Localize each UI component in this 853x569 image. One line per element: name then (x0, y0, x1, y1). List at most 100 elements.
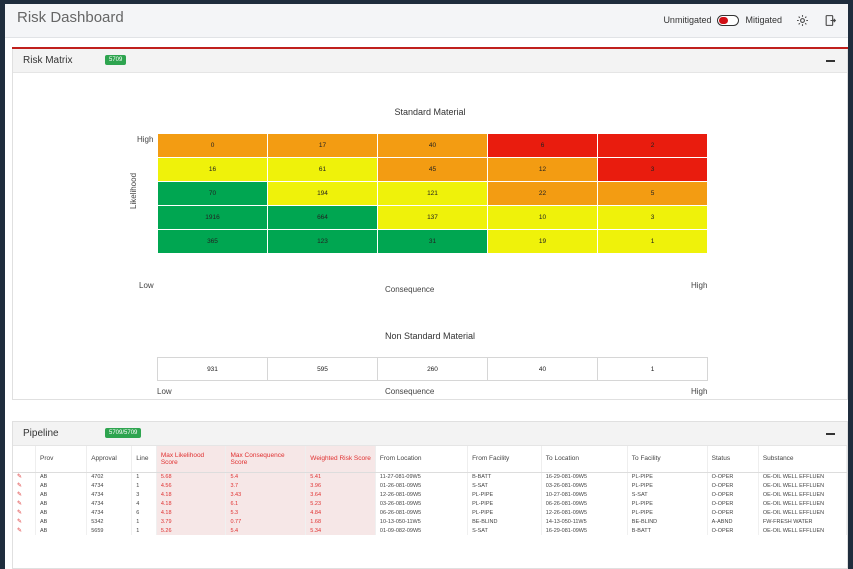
edit-icon[interactable]: ✎ (17, 501, 22, 507)
risk-cell[interactable]: 1 (597, 229, 708, 254)
table-cell: 06-26-081-09W5 (541, 499, 628, 508)
table-cell: S-SAT (627, 490, 708, 499)
mitigation-toggle[interactable] (717, 14, 740, 26)
window-frame-left (0, 0, 5, 569)
collapse-pipeline-button[interactable] (826, 433, 835, 435)
risk-cell[interactable]: 1916 (157, 205, 268, 230)
risk-cell[interactable]: 70 (157, 181, 268, 206)
table-cell: 1 (131, 481, 157, 490)
column-header[interactable]: From Location (375, 446, 469, 473)
column-header[interactable]: To Location (541, 446, 628, 473)
table-row[interactable]: ✎ AB 4734 1 4.56 3.7 3.96 01-26-081-09W5 S-SAT 03… (13, 481, 847, 490)
risk-cell[interactable]: 5 (597, 181, 708, 206)
risk-matrix-panel: Risk Matrix 5709 Standard Material High … (12, 47, 848, 400)
edit-cell: ✎ (13, 526, 37, 535)
column-header[interactable]: Approval (86, 446, 133, 473)
nsm-cell[interactable]: 931 (157, 357, 268, 381)
edit-icon[interactable]: ✎ (17, 528, 22, 534)
risk-cell[interactable]: 123 (267, 229, 378, 254)
table-cell: 0.77 (225, 517, 307, 526)
table-cell: FW-FRESH WATER (758, 517, 847, 526)
likelihood-high-label: High (137, 135, 154, 144)
nsm-cell[interactable]: 1 (597, 357, 708, 381)
table-row[interactable]: ✎ AB 5342 1 3.79 0.77 1.68 10-13-050-11W5 BE-BLI… (13, 517, 847, 526)
nsm-consequence-label: Consequence (385, 387, 435, 396)
table-cell: OE-OIL WELL EFFLUEN (758, 499, 847, 508)
risk-cell[interactable]: 3 (597, 205, 708, 230)
table-cell: 4.18 (156, 508, 227, 517)
export-icon[interactable] (822, 12, 838, 28)
table-cell: O-OPER (707, 481, 759, 490)
table-cell: 10-27-081-09W5 (541, 490, 628, 499)
table-cell: 4 (131, 499, 157, 508)
consequence-high-label: High (691, 281, 708, 290)
table-cell: AB (35, 481, 88, 490)
table-cell: 5.3 (225, 508, 307, 517)
column-header[interactable]: Max Likelihood Score (156, 446, 227, 473)
risk-cell[interactable]: 16 (157, 157, 268, 182)
edit-icon[interactable]: ✎ (17, 510, 22, 516)
risk-cell[interactable]: 12 (487, 157, 598, 182)
column-header[interactable]: To Facility (627, 446, 708, 473)
collapse-risk-matrix-button[interactable] (826, 60, 835, 62)
table-cell: O-OPER (707, 526, 759, 535)
table-cell: 4.84 (305, 508, 376, 517)
table-cell: 16-29-081-09W5 (541, 526, 628, 535)
table-cell: 4734 (86, 499, 133, 508)
risk-cell[interactable]: 137 (377, 205, 488, 230)
table-row[interactable]: ✎ AB 4734 6 4.18 5.3 4.84 06-26-081-09W5 PL-PIPE… (13, 508, 847, 517)
table-cell: BE-BLIND (467, 517, 542, 526)
risk-cell[interactable]: 10 (487, 205, 598, 230)
risk-cell[interactable]: 2 (597, 133, 708, 158)
table-cell: 5.4 (225, 526, 307, 535)
edit-cell: ✎ (13, 472, 37, 481)
risk-cell[interactable]: 121 (377, 181, 488, 206)
table-row[interactable]: ✎ AB 4734 4 4.18 6.1 5.23 03-26-081-09W5 PL-PIPE… (13, 499, 847, 508)
edit-icon[interactable]: ✎ (17, 474, 22, 480)
edit-icon[interactable]: ✎ (17, 519, 22, 525)
risk-cell[interactable]: 6 (487, 133, 598, 158)
table-row[interactable]: ✎ AB 4734 3 4.18 3.43 3.64 12-26-081-09W5 PL-PIP… (13, 490, 847, 499)
column-header[interactable]: From Facility (467, 446, 542, 473)
table-cell: 4.18 (156, 490, 227, 499)
gear-icon[interactable] (794, 12, 810, 28)
nsm-cell[interactable]: 260 (377, 357, 488, 381)
column-header[interactable]: Max Consequence Score (225, 446, 307, 473)
risk-cell[interactable]: 3 (597, 157, 708, 182)
nsm-cell[interactable]: 40 (487, 357, 598, 381)
column-header[interactable] (13, 446, 37, 473)
risk-cell[interactable]: 17 (267, 133, 378, 158)
column-header[interactable]: Status (707, 446, 759, 473)
risk-cell[interactable]: 22 (487, 181, 598, 206)
risk-cell[interactable]: 194 (267, 181, 378, 206)
table-cell: PL-PIPE (467, 508, 542, 517)
risk-cell[interactable]: 664 (267, 205, 378, 230)
risk-cell[interactable]: 0 (157, 133, 268, 158)
toggle-knob (719, 16, 729, 24)
risk-cell[interactable]: 365 (157, 229, 268, 254)
table-cell: 6.1 (225, 499, 307, 508)
risk-cell[interactable]: 19 (487, 229, 598, 254)
edit-cell: ✎ (13, 499, 37, 508)
column-header[interactable]: Prov (35, 446, 88, 473)
risk-cell[interactable]: 61 (267, 157, 378, 182)
edit-cell: ✎ (13, 508, 37, 517)
edit-icon[interactable]: ✎ (17, 492, 22, 498)
table-row[interactable]: ✎ AB 4702 1 5.68 5.4 5.41 11-27-081-09W5 B-BATT 1… (13, 472, 847, 481)
table-cell: 4.56 (156, 481, 227, 490)
window-frame-right (848, 0, 853, 569)
column-header[interactable]: Line (131, 446, 157, 473)
nsm-cell[interactable]: 595 (267, 357, 378, 381)
table-cell: 3 (131, 490, 157, 499)
risk-cell[interactable]: 31 (377, 229, 488, 254)
table-row[interactable]: ✎ AB 5659 1 5.26 5.4 5.34 01-09-082-09W5 S-SAT 16… (13, 526, 847, 535)
nsm-high-label: High (691, 387, 708, 396)
risk-cell[interactable]: 40 (377, 133, 488, 158)
table-cell: 12-26-081-09W5 (541, 508, 628, 517)
column-header[interactable]: Substance (758, 446, 847, 473)
edit-icon[interactable]: ✎ (17, 483, 22, 489)
table-cell: PL-PIPE (627, 499, 708, 508)
table-cell: 4702 (86, 472, 133, 481)
column-header[interactable]: Weighted Risk Score (305, 446, 376, 473)
risk-cell[interactable]: 45 (377, 157, 488, 182)
